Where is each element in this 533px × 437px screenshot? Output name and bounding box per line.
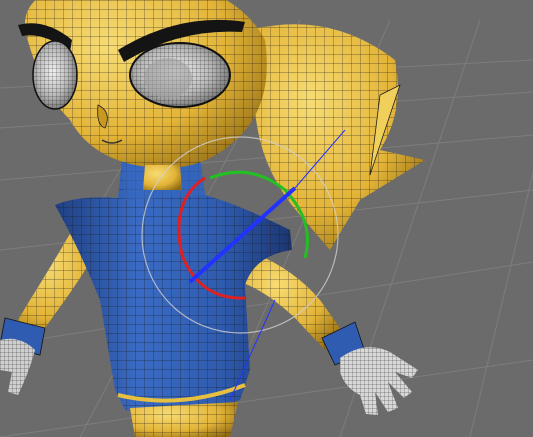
head: [18, 0, 267, 169]
right-eye: [129, 42, 231, 108]
left-eye: [32, 40, 78, 110]
neck: [143, 165, 182, 190]
hair-spikes: [250, 24, 425, 251]
character-model[interactable]: [0, 0, 425, 437]
torso-shirt: [55, 158, 292, 437]
3d-viewport[interactable]: [0, 0, 533, 437]
